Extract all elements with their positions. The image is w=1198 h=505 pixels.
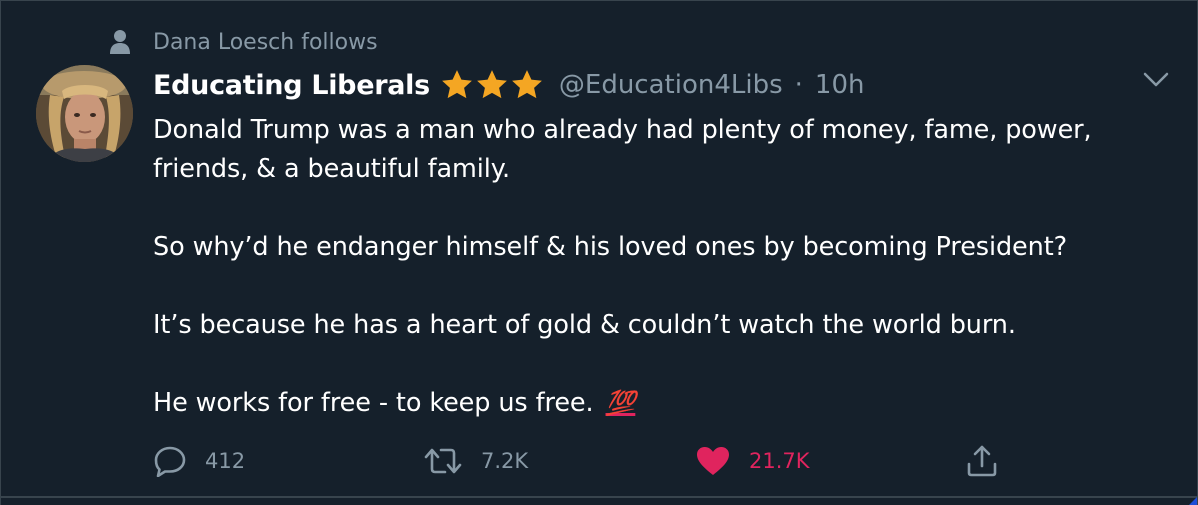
social-context: Dana Loesch follows — [109, 27, 378, 57]
tweet-line: It’s because he has a heart of gold & co… — [153, 310, 1016, 340]
timestamp[interactable]: 10h — [815, 70, 865, 100]
tweet-line: Donald Trump was a man who already had p… — [153, 115, 1092, 145]
like-count: 21.7K — [749, 449, 810, 473]
tweet-line: friends, & a beautiful family. — [153, 154, 511, 184]
retweet-button[interactable]: 7.2K — [423, 441, 528, 481]
person-icon — [110, 30, 130, 54]
reply-button[interactable]: 412 — [153, 441, 245, 481]
tweet-header: Educating Liberals @Education4Libs · 10h — [153, 65, 864, 105]
tweet-card[interactable]: Dana Loesch follows Educating Liberals @… — [0, 0, 1198, 505]
name-emoji-stars — [440, 68, 545, 102]
tweet-line-last: He works for free - to keep us free. 💯 — [153, 384, 1163, 423]
star-icon — [442, 70, 472, 99]
social-context-text: Dana Loesch follows — [153, 29, 378, 55]
heart-filled-icon — [697, 447, 729, 475]
display-name[interactable]: Educating Liberals — [153, 70, 430, 101]
share-button[interactable] — [965, 441, 1017, 481]
more-options-button[interactable] — [1139, 65, 1173, 95]
retweet-count: 7.2K — [481, 449, 529, 473]
divider — [1, 496, 1197, 498]
avatar-image — [36, 65, 133, 162]
like-button[interactable]: 21.7K — [695, 441, 810, 481]
hundred-points-emoji: 💯 — [605, 389, 636, 417]
corner-mark — [1189, 497, 1197, 505]
tweet-line: So why’d he endanger himself & his loved… — [153, 232, 1068, 262]
star-icon — [512, 70, 542, 99]
star-icon — [477, 70, 507, 99]
reply-icon — [154, 446, 186, 477]
reply-count: 412 — [205, 449, 246, 473]
chevron-down-icon — [1143, 72, 1169, 87]
tweet-text: Donald Trump was a man who already had p… — [153, 111, 1163, 423]
tweet-line: He works for free - to keep us free. — [153, 388, 594, 418]
separator-dot: · — [794, 70, 803, 100]
retweet-icon — [424, 448, 462, 474]
avatar[interactable] — [36, 65, 133, 162]
user-handle[interactable]: @Education4Libs — [559, 70, 783, 100]
tweet-actions: 412 7.2K 21.7K — [153, 441, 1013, 481]
share-icon — [967, 445, 997, 477]
